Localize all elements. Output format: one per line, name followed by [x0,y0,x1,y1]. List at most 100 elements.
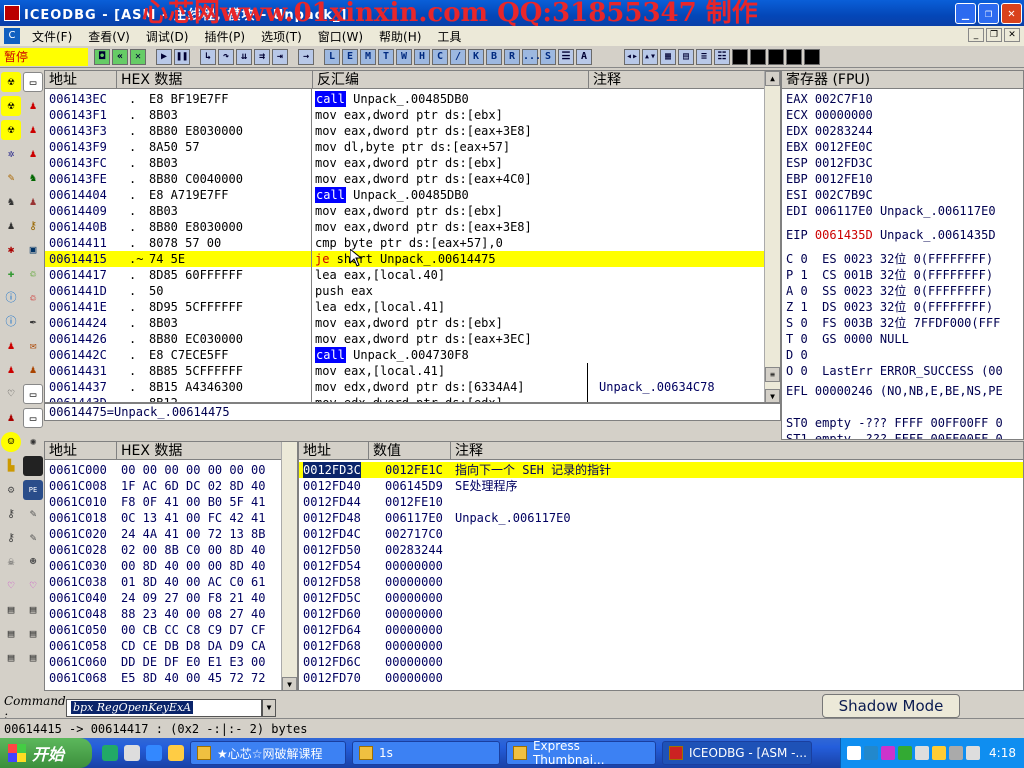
flag-row[interactable]: D 0 [786,347,808,363]
dump-row[interactable]: 0061C050 00 CB CC C8 C9 D7 CF [45,622,283,638]
disasm-row[interactable]: 006143EC. E8 BF19E7FF call Unpack_.00485DB… [45,91,765,107]
menu-tools[interactable]: 工具 [429,28,469,45]
shadow-mode-button[interactable]: Shadow Mode [822,694,960,718]
info-icon[interactable]: ⓘ [1,288,21,308]
dump-row[interactable]: 0061C030 00 8D 40 00 00 8D 40 [45,558,283,574]
disasm-row[interactable]: 0061442C. E8 C7ECE5FF call Unpack_.004730F… [45,347,765,363]
knight-icon[interactable]: ♞ [1,192,21,212]
recycle-icon[interactable]: ♲ [23,288,43,308]
tray-icon[interactable] [881,746,895,760]
mdi-minimize-button[interactable]: _ [968,28,984,42]
info-icon[interactable]: ⓘ [1,312,21,332]
dump-row[interactable]: 0061C040 24 09 27 00 F8 21 40 [45,590,283,606]
dump-row[interactable]: 0061C008 1F AC 6D DC 02 8D 40 [45,478,283,494]
grid-icon[interactable]: ▤ [678,48,694,65]
dump-row[interactable]: 0061C060 DD DE DF E0 E1 E3 00 [45,654,283,670]
tray-icon[interactable] [932,746,946,760]
call-stack-button[interactable]: K [468,48,484,65]
disasm-header-comment[interactable]: 注释 [589,71,765,89]
arrow-left-right-icon[interactable]: ◂▸ [624,48,640,65]
key-icon[interactable]: ⚷ [23,216,43,236]
disasm-row[interactable]: 0061441E. 8D95 5CFFFFFF lea edx,[local.41] [45,299,765,315]
disasm-row[interactable]: 006143F1. 8B03 mov eax,dword ptr ds:[ebx] [45,107,765,123]
figure-icon[interactable]: ♟ [23,120,43,140]
ide-icon[interactable]: ▭ [23,72,43,92]
doc-icon[interactable]: ▤ [1,648,21,668]
disasm-row[interactable]: 006143FC. 8B03 mov eax,dword ptr ds:[ebx] [45,155,765,171]
step-over-icon[interactable]: ↷ [218,48,234,65]
volume-icon[interactable] [966,746,980,760]
menu-help[interactable]: 帮助(H) [371,28,429,45]
stack-row[interactable]: 0012FD6C 00000000 [299,654,1023,670]
recycle-icon[interactable]: ♲ [23,264,43,284]
register-row[interactable]: EBX 0012FE0C [786,139,880,155]
doc-icon[interactable]: ▤ [1,600,21,620]
tray-icon[interactable] [949,746,963,760]
quick-launch-icon[interactable] [168,745,184,761]
dump-row[interactable]: 0061C028 02 00 8B C0 00 8D 40 [45,542,283,558]
disasm-row[interactable]: 0061440B. 8B80 E8030000 mov eax,dword ptr … [45,219,765,235]
figure-icon[interactable]: ♟ [1,408,21,428]
dump-row[interactable]: 0061C048 88 23 40 00 08 27 40 [45,606,283,622]
table-icon[interactable]: ▦ [660,48,676,65]
register-row[interactable]: ESP 0012FD3C [786,155,880,171]
stack-row[interactable]: 0012FD40 006145D9 SE处理程序 [299,478,1023,494]
open-icon[interactable]: ◘ [94,48,110,65]
handles-button[interactable]: H [414,48,430,65]
skull-icon[interactable]: ☠ [1,552,21,572]
stack-row[interactable]: 0012FD64 00000000 [299,622,1023,638]
list-view-icon[interactable]: ≡ [696,48,712,65]
key-icon[interactable]: ⚷ [1,504,21,524]
chevron-down-icon[interactable]: ▼ [262,699,276,717]
menu-view[interactable]: 查看(V) [80,28,138,45]
list-icon[interactable]: ☰ [558,48,574,65]
register-row[interactable]: EDX 00283244 [786,123,880,139]
chess-icon[interactable]: ♞ [23,168,43,188]
fpu-row[interactable]: ST0 empty -??? FFFF 00FF00FF 0 [786,415,1003,431]
figure-icon[interactable]: ♟ [1,360,21,380]
restart-icon[interactable]: « [112,48,128,65]
shape-icon[interactable]: ♡ [1,576,21,596]
flag-row[interactable]: O 0 LastErr ERROR_SUCCESS (00 [786,363,1003,379]
scroll-down-icon[interactable]: ▼ [765,389,780,402]
register-row[interactable]: EDI 006117E0 Unpack_.006117E0 [786,203,996,219]
scroll-up-icon[interactable]: ▲ [765,71,780,86]
ide-icon[interactable]: ▭ [23,408,43,428]
disasm-row[interactable]: 006143FE. 8B80 C0040000 mov eax,dword ptr … [45,171,765,187]
stack-row[interactable]: 0012FD4C 002717C0 [299,526,1023,542]
pen-icon[interactable]: ✒ [23,312,43,332]
trace-into-icon[interactable]: ⇊ [236,48,252,65]
black-box-icon-5[interactable] [804,48,820,65]
disasm-row[interactable]: 00614409. 8B03 mov eax,dword ptr ds:[ebx] [45,203,765,219]
ide-icon[interactable]: ▭ [23,384,43,404]
smiley-icon[interactable]: ☺ [1,432,21,452]
step-into-icon[interactable]: ↳ [200,48,216,65]
dump-row[interactable]: 0061C038 01 8D 40 00 AC C0 61 [45,574,283,590]
monitor-icon[interactable]: ▣ [23,240,43,260]
tray-icon[interactable] [898,746,912,760]
blocks-icon[interactable]: ▙ [1,456,21,476]
minimize-button[interactable]: _ [955,3,976,24]
flag-row[interactable]: T 0 GS 0000 NULL [786,331,909,347]
windows-button[interactable]: W [396,48,412,65]
flag-row[interactable]: C 0 ES 0023 32位 0(FFFFFFFF) [786,251,993,267]
execute-till-return-icon[interactable]: ⇥ [272,48,288,65]
efl-row[interactable]: EFL 00000246 (NO,NB,E,BE,NS,PE [786,383,1003,399]
stack-row[interactable]: 0012FD70 00000000 [299,670,1023,686]
stack-row[interactable]: 0012FD60 00000000 [299,606,1023,622]
doc-icon[interactable]: ▤ [23,648,43,668]
source-button[interactable]: S [540,48,556,65]
system-menu-icon[interactable]: C [4,28,20,44]
command-input[interactable]: bpx RegOpenKeyExA [66,699,262,717]
trace-over-icon[interactable]: ⇉ [254,48,270,65]
register-row[interactable]: EBP 0012FE10 [786,171,880,187]
fpu-row[interactable]: ST1 empty -??? FFFF 00FF00FF 0 [786,431,1003,439]
menu-file[interactable]: 文件(F) [24,28,80,45]
threads-button[interactable]: T [378,48,394,65]
dump-scrollbar[interactable]: ▼ [281,442,297,690]
disasm-row[interactable]: 00614437. 8B15 A4346300 mov edx,dword ptr … [45,379,765,395]
shape-icon[interactable]: ♡ [23,576,43,596]
quick-launch-icon[interactable] [102,745,118,761]
arrow-up-down-icon[interactable]: ▴▾ [642,48,658,65]
mdi-close-button[interactable]: ✕ [1004,28,1020,42]
